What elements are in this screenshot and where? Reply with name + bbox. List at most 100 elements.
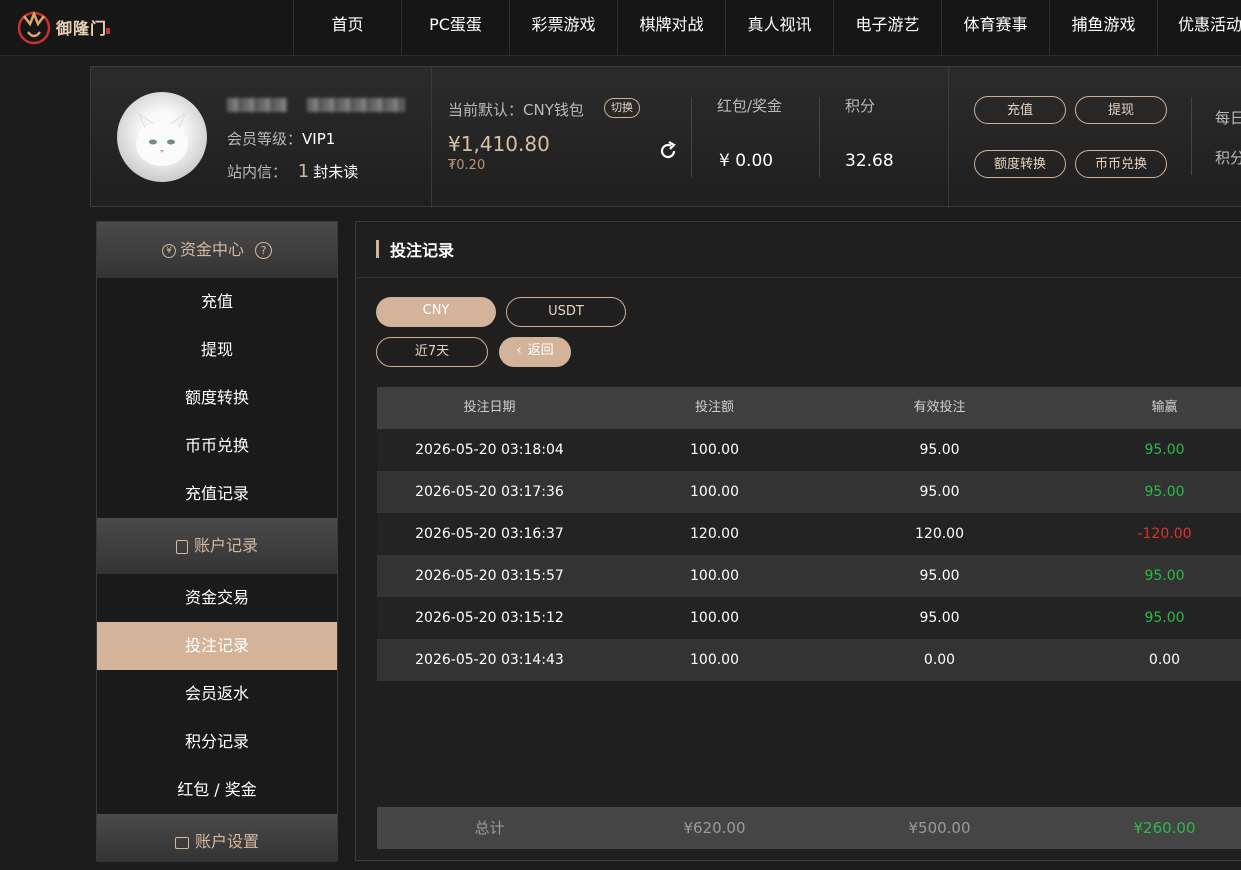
sidebar-item-withdraw[interactable]: 提现 bbox=[97, 326, 337, 374]
divider bbox=[691, 97, 692, 177]
tab-usdt[interactable]: USDT bbox=[506, 297, 626, 327]
nav-chess[interactable]: 棋牌对战 bbox=[617, 0, 725, 55]
cell-valid-bet: 95.00 bbox=[919, 442, 960, 458]
avatar[interactable] bbox=[117, 92, 207, 182]
wallet-balance: ¥1,410.80 bbox=[448, 132, 550, 156]
divider bbox=[948, 67, 949, 208]
section-account-settings-label: 账户设置 bbox=[194, 832, 259, 851]
cell-bet-amount: 100.00 bbox=[690, 484, 739, 500]
nav-live[interactable]: 真人视讯 bbox=[725, 0, 833, 55]
cell-bet-amount: 120.00 bbox=[690, 526, 739, 542]
profile-bar: 会员等级：VIP1 站内信： 1 封未读 当前默认：CNY钱包 切换 ¥1,410… bbox=[90, 66, 1241, 208]
nav-home[interactable]: 首页 bbox=[293, 0, 401, 55]
sidebar-item-exchange[interactable]: 币币兑换 bbox=[97, 422, 337, 470]
back-button[interactable]: ‹ 返回 bbox=[499, 337, 571, 367]
deposit-button[interactable]: 充值 bbox=[974, 96, 1066, 124]
sidebar-item-points-records[interactable]: 积分记录 bbox=[97, 718, 337, 766]
sidebar-item-deposit-records[interactable]: 充值记录 bbox=[97, 470, 337, 518]
exchange-button[interactable]: 币币兑换 bbox=[1075, 150, 1167, 178]
cell-date: 2026-05-20 03:15:57 bbox=[415, 568, 564, 584]
cell-win-loss: 95.00 bbox=[1144, 568, 1185, 584]
cell-valid-bet: 95.00 bbox=[919, 568, 960, 584]
cell-date: 2026-05-20 03:17:36 bbox=[415, 484, 564, 500]
column-header-date: 投注日期 bbox=[463, 400, 516, 415]
cell-win-loss: 95.00 bbox=[1144, 610, 1185, 626]
nav-fishing[interactable]: 捕鱼游戏 bbox=[1049, 0, 1157, 55]
cell-bet-amount: 100.00 bbox=[690, 442, 739, 458]
table-total-row: 总计 ¥620.00 ¥500.00 ¥260.00 bbox=[377, 807, 1241, 849]
total-bet-amount: ¥620.00 bbox=[683, 819, 746, 837]
cell-valid-bet: 120.00 bbox=[915, 526, 964, 542]
cat-avatar-icon bbox=[136, 112, 188, 166]
bonus-value: ¥ 0.00 bbox=[719, 151, 774, 171]
table-row: 2026-05-20 03:15:12 100.00 95.00 95.00 bbox=[377, 597, 1241, 639]
nav-sports[interactable]: 体育赛事 bbox=[941, 0, 1049, 55]
sidebar: ¥ 资金中心 ? 充值 提现 额度转换 币币兑换 充值记录 账户记录 资金交易 投… bbox=[96, 221, 338, 862]
inbox-status[interactable]: 站内信： 1 封未读 bbox=[227, 161, 358, 182]
sidebar-item-deposit[interactable]: 充值 bbox=[97, 278, 337, 326]
cell-bet-amount: 100.00 bbox=[690, 568, 739, 584]
panel-header: 投注记录 bbox=[356, 222, 1241, 278]
section-fund-center-label: 资金中心 bbox=[179, 240, 244, 259]
bet-records-panel: 投注记录 CNY USDT 近7天 ‹ 返回 投注日期 投注额 有效投注 输赢 2… bbox=[355, 221, 1241, 861]
settings-icon bbox=[174, 836, 189, 849]
cell-valid-bet: 95.00 bbox=[919, 610, 960, 626]
nav-promotions[interactable]: 优惠活动 bbox=[1157, 0, 1241, 55]
table-row: 2026-05-20 03:15:57 100.00 95.00 95.00 bbox=[377, 555, 1241, 597]
fund-icon: ¥ bbox=[161, 243, 176, 258]
cell-win-loss: -120.00 bbox=[1137, 526, 1192, 542]
section-fund-center[interactable]: ¥ 资金中心 ? bbox=[97, 222, 337, 278]
date-range-select[interactable]: 近7天 bbox=[376, 337, 488, 367]
refresh-icon[interactable] bbox=[657, 140, 679, 162]
divider bbox=[1191, 97, 1192, 175]
nav-lottery[interactable]: 彩票游戏 bbox=[509, 0, 617, 55]
total-win-loss: ¥260.00 bbox=[1133, 819, 1196, 837]
tab-cny[interactable]: CNY bbox=[376, 297, 496, 327]
username-masked bbox=[227, 98, 287, 112]
points-value: 32.68 bbox=[845, 151, 894, 171]
chevron-left-icon: ‹ bbox=[516, 343, 522, 358]
cell-win-loss: 95.00 bbox=[1144, 442, 1185, 458]
default-wallet-label: 当前默认：CNY钱包 bbox=[448, 101, 584, 119]
table-row: 2026-05-20 03:18:04 100.00 95.00 95.00 bbox=[377, 429, 1241, 471]
section-account-settings[interactable]: 账户设置 bbox=[97, 814, 337, 862]
cell-date: 2026-05-20 03:18:04 bbox=[415, 442, 564, 458]
cell-date: 2026-05-20 03:14:43 bbox=[415, 652, 564, 668]
divider bbox=[431, 67, 432, 208]
page-title: 投注记录 bbox=[390, 241, 455, 260]
site-logo[interactable]: 御隆门 bbox=[16, 6, 112, 48]
nav-slots[interactable]: 电子游艺 bbox=[833, 0, 941, 55]
logo-text: 御隆门 bbox=[56, 19, 108, 38]
cell-win-loss: 0.00 bbox=[1148, 652, 1181, 668]
sidebar-item-rebate[interactable]: 会员返水 bbox=[97, 670, 337, 718]
inbox-suffix: 封未读 bbox=[313, 163, 359, 181]
section-account-records-label: 账户记录 bbox=[193, 536, 258, 555]
section-account-records[interactable]: 账户记录 bbox=[97, 518, 337, 574]
inbox-count: 1 bbox=[297, 161, 310, 182]
cell-date: 2026-05-20 03:15:12 bbox=[415, 610, 564, 626]
top-navigation: 御隆门 首页 PC蛋蛋 彩票游戏 棋牌对战 真人视讯 电子游艺 体育赛事 捕鱼游… bbox=[0, 0, 1241, 56]
nav-pc-egg[interactable]: PC蛋蛋 bbox=[401, 0, 509, 55]
column-header-win-loss: 输赢 bbox=[1151, 400, 1178, 415]
member-level: 会员等级：VIP1 bbox=[227, 128, 335, 149]
cell-bet-amount: 100.00 bbox=[690, 652, 739, 668]
help-icon[interactable]: ? bbox=[255, 242, 273, 259]
withdraw-button[interactable]: 提现 bbox=[1075, 96, 1167, 124]
transfer-button[interactable]: 额度转换 bbox=[974, 150, 1066, 178]
cell-bet-amount: 100.00 bbox=[690, 610, 739, 626]
sidebar-item-bonus[interactable]: 红包 / 奖金 bbox=[97, 766, 337, 814]
column-header-valid-bet: 有效投注 bbox=[913, 400, 966, 415]
total-valid-bet: ¥500.00 bbox=[908, 819, 971, 837]
total-label: 总计 bbox=[474, 819, 505, 837]
daily-label: 每日 bbox=[1215, 109, 1241, 127]
sidebar-item-bet-records[interactable]: 投注记录 bbox=[97, 622, 337, 670]
cell-date: 2026-05-20 03:16:37 bbox=[415, 526, 564, 542]
bonus-label: 红包/奖金 bbox=[717, 97, 783, 115]
sidebar-item-transactions[interactable]: 资金交易 bbox=[97, 574, 337, 622]
divider bbox=[819, 97, 820, 177]
switch-wallet-button[interactable]: 切换 bbox=[604, 98, 640, 118]
member-level-value: VIP1 bbox=[302, 130, 336, 148]
table-row: 2026-05-20 03:17:36 100.00 95.00 95.00 bbox=[377, 471, 1241, 513]
sidebar-item-transfer[interactable]: 额度转换 bbox=[97, 374, 337, 422]
cell-valid-bet: 0.00 bbox=[923, 652, 956, 668]
